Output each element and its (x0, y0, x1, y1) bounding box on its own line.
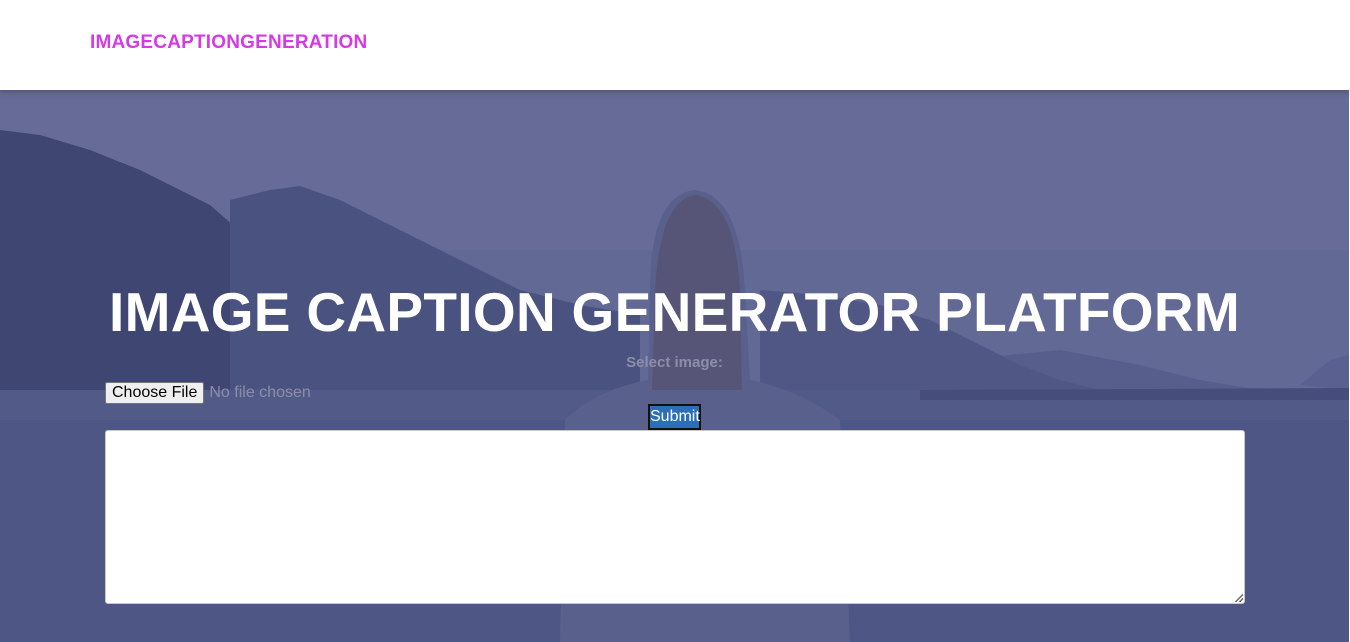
navbar: IMAGECAPTIONGENERATION (0, 0, 1350, 90)
page-title: IMAGE CAPTION GENERATOR PLATFORM (109, 281, 1240, 343)
select-image-label: Select image: (626, 354, 723, 371)
file-status-text: No file chosen (209, 383, 311, 401)
caption-output-textarea[interactable] (105, 430, 1245, 604)
brand-logo-link[interactable]: IMAGECAPTIONGENERATION (90, 32, 367, 54)
hero-section: IMAGE CAPTION GENERATOR PLATFORM Select … (0, 90, 1349, 642)
submit-button[interactable]: Submit (648, 404, 701, 430)
choose-file-button[interactable]: Choose File (105, 381, 205, 404)
file-input[interactable]: Choose File No file chosen (105, 381, 311, 404)
